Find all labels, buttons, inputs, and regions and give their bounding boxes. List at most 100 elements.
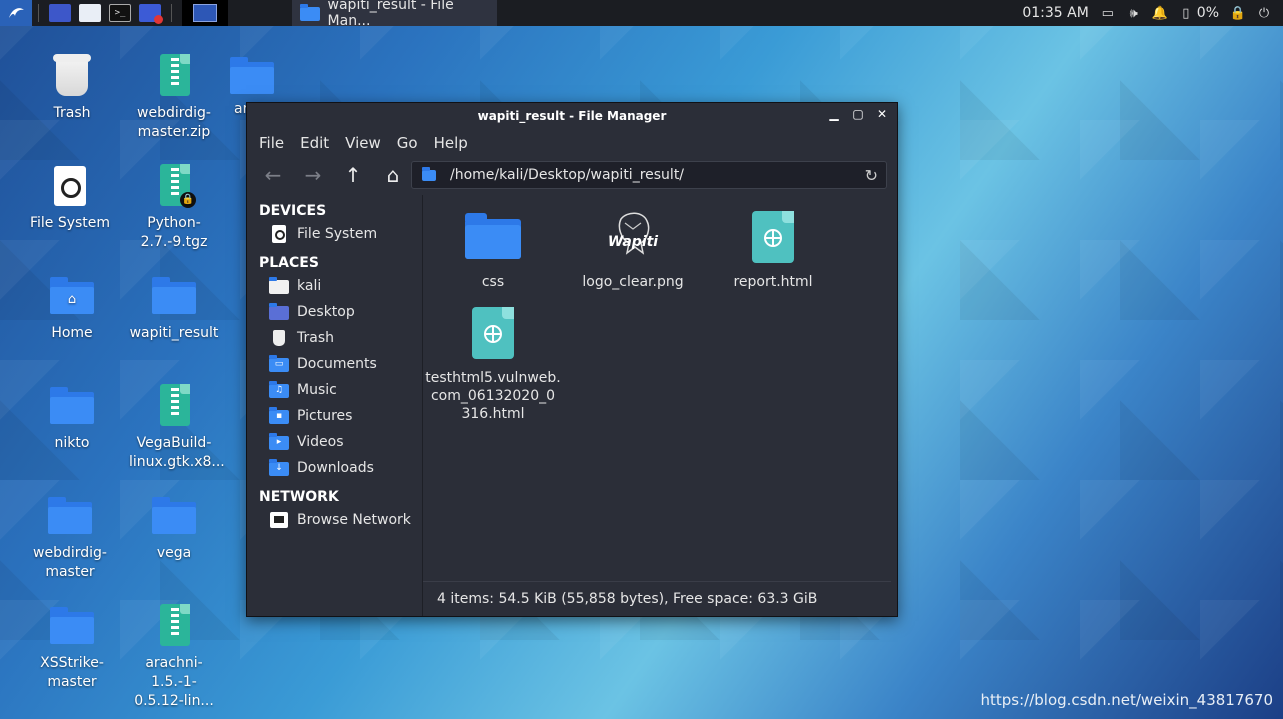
sidebar-item-label: Pictures <box>297 408 353 424</box>
file-item-logo-clear[interactable]: Wapiti logo_clear.png <box>563 209 703 291</box>
sidebar-item-music[interactable]: ♫ Music <box>247 377 422 403</box>
desktop-icon-label: arachni-1.5.-1-0.5.12-lin... <box>134 655 214 709</box>
menu-help[interactable]: Help <box>434 134 468 152</box>
sidebar-item-kali[interactable]: kali <box>247 273 422 299</box>
folder-icon <box>300 4 320 22</box>
files-launcher-icon[interactable] <box>79 4 101 22</box>
maximize-icon[interactable]: ▢ <box>851 107 865 121</box>
file-item-label-line: 316.html <box>461 406 525 422</box>
file-item-label-line: com_06132020_0 <box>430 388 556 404</box>
sidebar-item-label: Downloads <box>297 460 374 476</box>
desktop-icon-nikto[interactable]: nikto <box>22 382 122 453</box>
kali-menu-button[interactable] <box>0 0 32 26</box>
terminal-launcher-icon[interactable]: >_ <box>109 4 131 22</box>
sidebar-item-label: Trash <box>297 330 334 346</box>
menu-file[interactable]: File <box>259 134 284 152</box>
desktop-icon-label: XSStrike-master <box>40 655 104 690</box>
trash-icon <box>269 329 289 347</box>
taskbar-item-label: wapiti_result - File Man... <box>327 0 454 29</box>
home-icon[interactable]: ⌂ <box>381 163 405 187</box>
image-thumbnail-icon: Wapiti <box>603 209 663 265</box>
desktop-icon-label: Home <box>51 325 93 341</box>
sidebar-item-downloads[interactable]: ↓ Downloads <box>247 455 422 481</box>
reload-icon[interactable]: ↻ <box>865 166 878 185</box>
top-panel: >_ wapiti_result - File Man... 01:35 AM … <box>0 0 1283 29</box>
sidebar-item-trash[interactable]: Trash <box>247 325 422 351</box>
back-arrow-icon[interactable]: ← <box>261 163 285 187</box>
sidebar-item-label: Documents <box>297 356 377 372</box>
archive-icon <box>150 382 198 430</box>
desktop-icon-webdirdig-master[interactable]: webdirdig-master <box>20 492 120 582</box>
panel-separator <box>38 4 39 22</box>
desktop-icon-arachni[interactable]: arachni-1.5.-1-0.5.12-lin... <box>124 602 224 711</box>
sidebar-item-label: Videos <box>297 434 344 450</box>
sidebar-item-browse-network[interactable]: Browse Network <box>247 507 422 533</box>
file-item-label: css <box>481 274 505 290</box>
sidebar-item-desktop[interactable]: Desktop <box>247 299 422 325</box>
up-arrow-icon[interactable]: ↑ <box>341 163 365 187</box>
sidebar-item-pictures[interactable]: ▪ Pictures <box>247 403 422 429</box>
desktop-icon-trash[interactable]: Trash <box>22 52 122 123</box>
menu-go[interactable]: Go <box>397 134 418 152</box>
file-view: css Wapiti logo_clear.png report.html te <box>423 195 897 582</box>
file-item-testhtml5-report[interactable]: testhtml5.vulnweb. com_06132020_0 316.ht… <box>423 305 563 423</box>
desktop-icon-label: Trash <box>53 105 91 121</box>
power-icon[interactable]: ⏻ <box>1257 6 1271 21</box>
file-item-css[interactable]: css <box>423 209 563 291</box>
display-icon[interactable]: ▭ <box>1101 6 1115 21</box>
window-titlebar[interactable]: wapiti_result - File Manager ▁ ▢ ✕ <box>247 103 897 129</box>
folder-icon <box>150 272 198 320</box>
close-icon[interactable]: ✕ <box>875 107 889 121</box>
sidebar-item-label: kali <box>297 278 322 294</box>
desktop-icon-xsstrike[interactable]: XSStrike-master <box>22 602 122 692</box>
menu-edit[interactable]: Edit <box>300 134 329 152</box>
sidebar-header-places: PLACES <box>259 255 319 271</box>
music-folder-icon: ♫ <box>269 381 289 399</box>
toolbar: ← → ↑ ⌂ /home/kali/Desktop/wapiti_result… <box>247 157 897 193</box>
file-item-label: logo_clear.png <box>582 274 684 290</box>
kali-dragon-icon <box>9 8 24 18</box>
videos-folder-icon: ▸ <box>269 433 289 451</box>
desktop-icon-file-system[interactable]: File System <box>20 162 120 233</box>
desktop-icon-wapiti-result[interactable]: wapiti_result <box>124 272 224 343</box>
lock-icon[interactable]: 🔒 <box>1230 6 1246 21</box>
minimize-icon[interactable]: ▁ <box>827 107 841 121</box>
file-item-report-html[interactable]: report.html <box>703 209 843 291</box>
desktop-icon-label: webdirdig-master <box>33 545 107 580</box>
menu-view[interactable]: View <box>345 134 381 152</box>
desktop-icon-webdirdig-zip[interactable]: webdirdig-master.zip <box>124 52 224 142</box>
volume-icon[interactable]: 🕪 <box>1127 6 1141 21</box>
sidebar-item-documents[interactable]: ▭ Documents <box>247 351 422 377</box>
desktop-icon-label: VegaBuild-linux.gtk.x8... <box>129 435 225 470</box>
archive-icon <box>150 52 198 100</box>
home-folder-icon: ⌂ <box>48 272 96 320</box>
sidebar-item-videos[interactable]: ▸ Videos <box>247 429 422 455</box>
file-manager-window: wapiti_result - File Manager ▁ ▢ ✕ File … <box>246 102 898 617</box>
folder-icon <box>422 166 442 184</box>
battery-icon: ▯ <box>1182 5 1190 21</box>
sidebar-item-label: Music <box>297 382 337 398</box>
notification-bell-icon[interactable]: 🔔 <box>1152 6 1168 21</box>
forward-arrow-icon[interactable]: → <box>301 163 325 187</box>
logo-text: Wapiti <box>607 234 659 250</box>
clock[interactable]: 01:35 AM <box>1022 5 1088 21</box>
sidebar-item-file-system[interactable]: File System <box>247 221 422 247</box>
workspace-switcher[interactable] <box>182 0 228 26</box>
taskbar-item-file-manager[interactable]: wapiti_result - File Man... <box>292 0 497 29</box>
desktop-icon-vegabuild[interactable]: VegaBuild-linux.gtk.x8... <box>124 382 225 472</box>
location-bar[interactable]: /home/kali/Desktop/wapiti_result/ ↻ <box>411 161 887 189</box>
html-file-icon <box>743 209 803 265</box>
screen-recorder-icon[interactable] <box>139 4 163 24</box>
desktop-icon-vega[interactable]: vega <box>124 492 224 563</box>
sidebar: DEVICES File System PLACES kali Desktop … <box>247 195 423 616</box>
battery-indicator[interactable]: ▯ 0% <box>1179 5 1219 21</box>
folder-icon <box>48 382 96 430</box>
archive-icon <box>150 602 198 650</box>
folder-icon <box>48 602 96 650</box>
desktop-icon-python-tgz[interactable]: 🔒 Python-2.7.-9.tgz <box>124 162 224 252</box>
workspace-launcher-icon[interactable] <box>49 4 71 22</box>
desktop-icon <box>269 303 289 321</box>
folder-icon <box>463 209 523 265</box>
desktop-icon-home[interactable]: ⌂ Home <box>22 272 122 343</box>
drive-icon <box>46 162 94 210</box>
